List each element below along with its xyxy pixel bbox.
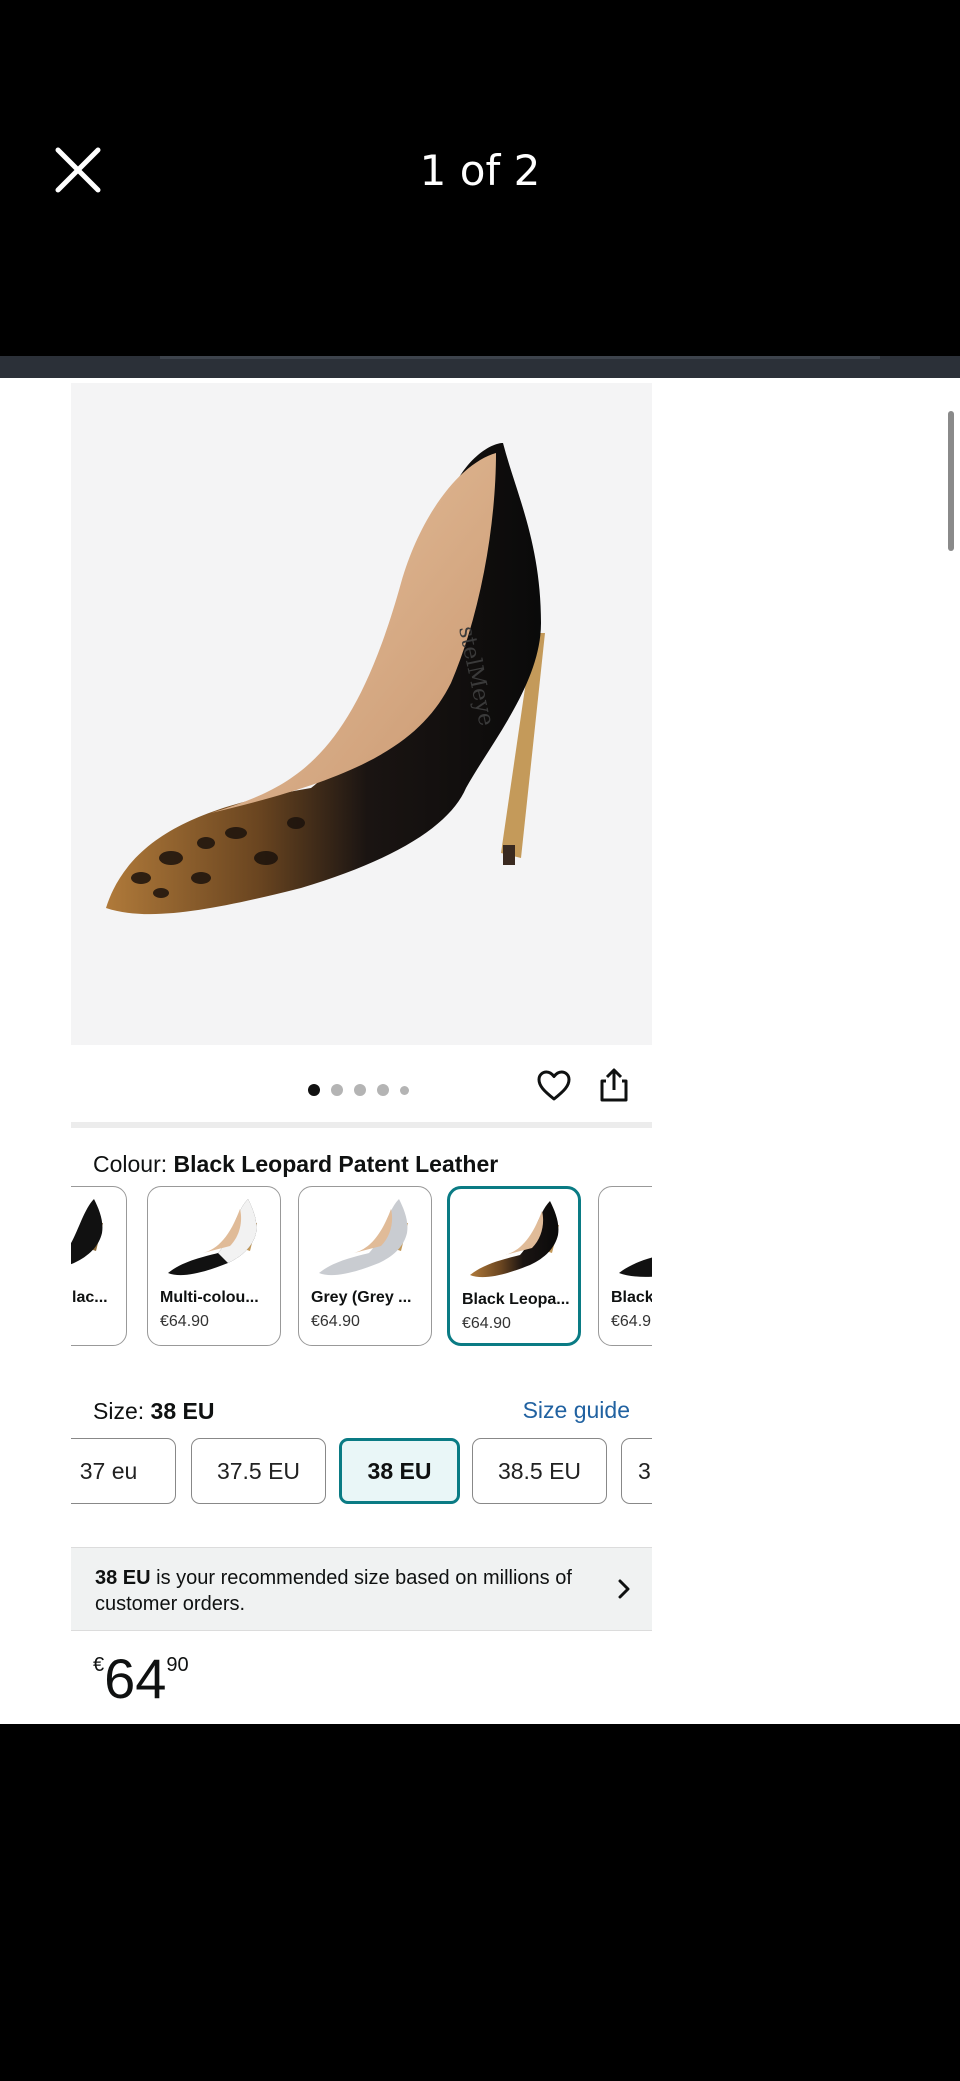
image-counter: 1 of 2 xyxy=(419,146,541,195)
carousel-dots[interactable] xyxy=(308,1084,409,1096)
size-heading: Size: 38 EU xyxy=(93,1398,215,1424)
chevron-right-icon xyxy=(618,1579,630,1599)
scrollbar[interactable] xyxy=(948,411,954,551)
size-option[interactable]: 37.5 EU xyxy=(191,1438,326,1504)
recommendation-text: is your recommended size based on millio… xyxy=(95,1567,572,1615)
section-divider xyxy=(71,1122,652,1128)
carousel-dot[interactable] xyxy=(400,1085,409,1095)
recommended-size: 38 EU xyxy=(95,1567,151,1589)
carousel-dot[interactable] xyxy=(354,1084,366,1096)
colour-heading: Colour: Black Leopard Patent Leather xyxy=(93,1151,499,1177)
share-button[interactable] xyxy=(597,1067,631,1103)
shoe-thumbnail xyxy=(319,1199,408,1276)
colour-swatch[interactable]: lac... xyxy=(71,1186,127,1346)
shoe-thumbnail xyxy=(71,1199,103,1265)
heart-icon xyxy=(537,1070,571,1101)
product-image[interactable]: stelMeye xyxy=(71,383,652,1045)
colour-swatch[interactable]: Grey (Grey ... €64.90 xyxy=(298,1186,432,1346)
size-option[interactable]: 37 eu xyxy=(71,1438,176,1504)
carousel-dot[interactable] xyxy=(308,1084,320,1096)
shoe-thumbnail xyxy=(168,1199,257,1276)
selected-colour: Black Leopard Patent Leather xyxy=(173,1151,499,1177)
size-guide-link[interactable]: Size guide xyxy=(523,1397,630,1424)
size-option-selected[interactable]: 38 EU xyxy=(339,1438,460,1504)
colour-swatch-selected[interactable]: Black Leopa... €64.90 xyxy=(447,1186,581,1346)
product-screenshot: stelMeye Colour: Black Leopard Patent Le… xyxy=(0,378,960,1724)
colour-swatch[interactable]: Multi-colou... €64.90 xyxy=(147,1186,281,1346)
carousel-dot[interactable] xyxy=(377,1084,389,1096)
product-panel: stelMeye Colour: Black Leopard Patent Le… xyxy=(71,378,652,1724)
shoe-thumbnail xyxy=(619,1257,652,1277)
viewer-header: 1 of 2 xyxy=(0,0,960,356)
colour-swatch[interactable]: Black €64.9 xyxy=(598,1186,652,1346)
shoe-thumbnail xyxy=(470,1201,559,1278)
size-recommendation[interactable]: 38 EU is your recommended size based on … xyxy=(71,1547,652,1631)
favorite-button[interactable] xyxy=(536,1068,572,1104)
divider-strip xyxy=(0,356,960,378)
size-option[interactable]: 38.5 EU xyxy=(472,1438,607,1504)
selected-size: 38 EU xyxy=(150,1398,215,1424)
share-icon xyxy=(600,1068,628,1102)
product-price: €6490 xyxy=(93,1647,189,1710)
carousel-dot[interactable] xyxy=(331,1084,343,1096)
size-option[interactable]: 3 xyxy=(621,1438,652,1504)
